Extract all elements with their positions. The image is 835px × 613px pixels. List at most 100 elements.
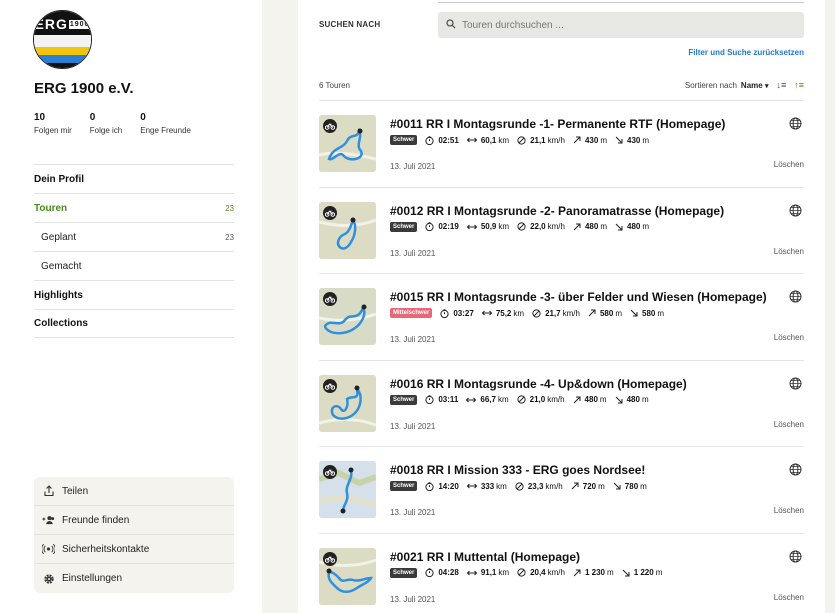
globe-icon[interactable] (789, 377, 802, 390)
uphill-stat: 480 m (573, 395, 607, 404)
nav-item-done[interactable]: Gemacht (34, 251, 234, 280)
downhill-icon (630, 309, 638, 317)
sort-select[interactable]: Name ▾ (741, 81, 769, 90)
club-logo[interactable]: ERG 1900 (33, 10, 92, 69)
sort-alpha-icon[interactable]: ↓≡ (776, 80, 786, 90)
tour-stats: Schwer 02:51 60,1 km 21,1 km/h 430 m 430 m (390, 135, 657, 145)
tour-title[interactable]: #0015 RR I Montagsrunde -3- über Felder … (390, 290, 767, 304)
profile-actions: Teilen Freunde finden Sicherheitskontakt… (34, 477, 234, 593)
difficulty-badge: Schwer (390, 221, 418, 232)
globe-icon[interactable] (789, 463, 802, 476)
chevron-down-icon: ▾ (764, 82, 769, 90)
tour-title[interactable]: #0011 RR I Montagsrunde -1- Permanente R… (390, 117, 725, 131)
tour-card[interactable]: #0016 RR I Montagsrunde -4- Up&down (Hom… (319, 359, 804, 447)
distance-icon (481, 310, 492, 316)
nav-item-collections[interactable]: Collections (34, 309, 234, 338)
speed-stat: 21,7 km/h (532, 309, 580, 318)
profile-nav: Dein Profil Touren 23 Geplant 23 Gemacht H… (34, 164, 234, 338)
difficulty-badge: Schwer (390, 567, 418, 578)
globe-icon[interactable] (789, 290, 802, 303)
tour-count: 6 Touren (319, 81, 350, 90)
nav-item-tours[interactable]: Touren 23 (34, 193, 234, 222)
tour-card[interactable]: #0021 RR I Muttental (Homepage) Schwer 0… (319, 532, 804, 613)
search-box[interactable] (438, 12, 804, 38)
bike-icon (323, 378, 337, 393)
delete-button[interactable]: Löschen (774, 160, 804, 169)
distance-stat: 66,7 km (466, 395, 509, 404)
search-label: SUCHEN NACH (319, 20, 381, 29)
distance-stat: 75,2 km (481, 309, 524, 318)
planned-count: 23 (225, 232, 234, 242)
tour-map-thumbnail[interactable] (319, 115, 376, 172)
distance-icon (466, 137, 477, 143)
nav-item-profile[interactable]: Dein Profil (34, 164, 234, 193)
tour-date: 13. Juli 2021 (390, 162, 436, 171)
speed-icon (517, 568, 526, 577)
nav-item-planned[interactable]: Geplant 23 (34, 222, 234, 251)
stat-following[interactable]: 0 Folge ich (90, 112, 122, 135)
tour-title[interactable]: #0018 RR I Mission 333 - ERG goes Nordse… (390, 463, 645, 477)
sort-direction-icon[interactable]: ↑≡ (794, 80, 804, 90)
tour-list: #0011 RR I Montagsrunde -1- Permanente R… (319, 100, 804, 613)
uphill-stat: 580 m (588, 309, 622, 318)
bike-icon (323, 292, 337, 306)
tour-map-thumbnail[interactable] (319, 374, 376, 432)
downhill-stat: 1 220 m (622, 568, 662, 577)
distance-icon (466, 483, 477, 489)
speed-icon (517, 222, 526, 231)
tour-card[interactable]: #0018 RR I Mission 333 - ERG goes Nordse… (319, 446, 804, 533)
tour-stats: Schwer 04:28 91,1 km 20,4 km/h 1 230 m 1 22… (390, 567, 670, 578)
share-button[interactable]: Teilen (34, 477, 234, 506)
tour-card[interactable]: #0015 RR I Montagsrunde -3- über Felder … (319, 273, 804, 360)
tour-date: 13. Juli 2021 (390, 508, 436, 517)
tour-date: 13. Juli 2021 (390, 421, 436, 431)
tour-title[interactable]: #0021 RR I Muttental (Homepage) (390, 550, 580, 564)
find-friends-button[interactable]: Freunde finden (34, 506, 234, 535)
tour-title[interactable]: #0012 RR I Montagsrunde -2- Panoramatras… (390, 204, 724, 218)
difficulty-badge: Mittelschwer (390, 308, 433, 318)
duration-stat: 03:11 (425, 395, 458, 404)
tour-card[interactable]: #0011 RR I Montagsrunde -1- Permanente R… (319, 100, 804, 187)
settings-button[interactable]: Einstellungen (34, 564, 234, 593)
globe-icon[interactable] (789, 550, 802, 563)
tour-map-thumbnail[interactable] (319, 201, 376, 259)
uphill-stat: 480 m (573, 222, 607, 231)
speed-icon (517, 395, 526, 404)
logo-text: ERG 1900 (34, 16, 91, 33)
nav-item-highlights[interactable]: Highlights (34, 280, 234, 309)
downhill-stat: 480 m (615, 395, 649, 404)
delete-button[interactable]: Löschen (774, 420, 804, 429)
bike-icon (323, 205, 337, 220)
speed-icon (532, 308, 541, 318)
delete-button[interactable]: Löschen (774, 593, 804, 602)
tour-card[interactable]: #0012 RR I Montagsrunde -2- Panoramatras… (319, 186, 804, 274)
profile-stats: 10 Folgen mir 0 Folge ich 0 Enge Freunde (34, 112, 209, 135)
tour-title[interactable]: #0016 RR I Montagsrunde -4- Up&down (Hom… (390, 377, 687, 391)
search-input[interactable] (462, 19, 782, 31)
tours-count: 23 (225, 203, 234, 213)
gear-icon (42, 572, 55, 585)
globe-icon[interactable] (789, 204, 802, 217)
delete-button[interactable]: Löschen (774, 506, 804, 515)
tour-map-thumbnail[interactable] (319, 288, 376, 345)
tour-map-thumbnail[interactable] (319, 461, 376, 518)
stat-close-friends[interactable]: 0 Enge Freunde (140, 112, 191, 135)
safety-contacts-button[interactable]: Sicherheitskontakte (34, 535, 234, 564)
uphill-icon (573, 569, 581, 576)
speed-icon (517, 135, 526, 145)
delete-button[interactable]: Löschen (774, 333, 804, 342)
delete-button[interactable]: Löschen (774, 247, 804, 256)
tour-date: 13. Juli 2021 (390, 335, 436, 344)
speed-stat: 22,0 km/h (517, 222, 565, 231)
sidebar: ERG 1900 ERG 1900 e.V. 10 Folgen mir 0 Fo… (0, 0, 262, 613)
downhill-icon (615, 396, 623, 403)
uphill-icon (571, 482, 579, 490)
globe-icon[interactable] (789, 117, 802, 130)
sort-controls: Sortieren nach Name ▾ ↓≡ ↑≡ (685, 80, 804, 90)
clock-icon (425, 222, 434, 231)
clock-icon (440, 308, 449, 318)
stat-followers[interactable]: 10 Folgen mir (34, 112, 72, 135)
distance-icon (466, 224, 477, 229)
tour-map-thumbnail[interactable] (319, 547, 376, 605)
reset-filters-link[interactable]: Filter und Suche zurücksetzen (688, 48, 804, 57)
